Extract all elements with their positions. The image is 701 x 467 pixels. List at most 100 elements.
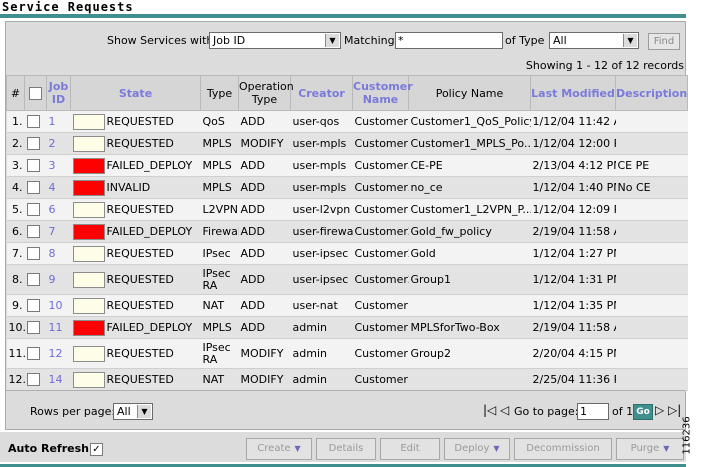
column-state[interactable]: State	[70, 75, 201, 111]
last-page-icon[interactable]: ▷|	[668, 403, 681, 417]
job-id-link[interactable]: 1	[46, 110, 71, 133]
creator-cell: user-mpls	[290, 154, 353, 177]
table-row[interactable]: 8. 9 REQUESTED IPsec RA ADD user-ipsec Custome…	[6, 264, 688, 295]
customer-cell: Customer1	[352, 368, 409, 391]
row-number: 9.	[6, 294, 25, 317]
table-row[interactable]: 6. 7 FAILED_DEPLOY FirewallADDuser-firewall…	[6, 220, 688, 243]
edit-button[interactable]: Edit	[380, 438, 440, 460]
row-checkbox[interactable]	[24, 154, 47, 177]
first-page-icon[interactable]: |◁	[483, 403, 496, 417]
job-id-link[interactable]: 2	[46, 132, 71, 155]
previous-page-icon[interactable]: ◁	[500, 403, 509, 417]
job-id-link[interactable]: 11	[46, 316, 71, 339]
column-last-modified[interactable]: Last Modified	[530, 75, 616, 111]
purge-button[interactable]: Purge ▼	[616, 438, 684, 460]
table-row[interactable]: 12. 14 REQUESTED NATMODIFYadminCustomer1 2/2…	[6, 368, 688, 391]
table-row[interactable]: 2.2REQUESTEDMPLSMODIFYuser-mplsCustomer1…	[6, 132, 688, 155]
policy-name-cell: Customer1_MPLS_Po...	[408, 132, 531, 155]
create-button[interactable]: Create ▼	[246, 438, 312, 460]
last-modified-cell: 2/19/04 11:58 AM	[530, 220, 616, 243]
row-checkbox[interactable]	[24, 132, 47, 155]
find-button[interactable]: Find	[648, 33, 680, 50]
operation-type-cell: ADD	[238, 176, 291, 199]
go-button[interactable]: Go	[633, 404, 653, 420]
column-customer-name[interactable]: Customer Name	[352, 75, 413, 111]
goto-page-label: Go to page:	[514, 405, 579, 418]
table-row[interactable]: 3. 3 FAILED_DEPLOY MPLS ADD user-mpls Customer…	[6, 154, 688, 177]
customer-cell: Customer2	[352, 220, 409, 243]
job-id-link[interactable]: 10	[46, 294, 71, 317]
column-description[interactable]: Description	[615, 75, 688, 111]
column-job-id[interactable]: Job ID	[46, 75, 71, 111]
table-row[interactable]: 4. 4 INVALID MPLSADDuser-mplsCustomer3no_ce…	[6, 176, 688, 199]
policy-name-cell: Gold_fw_policy	[408, 220, 531, 243]
description-cell	[615, 316, 688, 339]
creator-cell: user-ipsec	[290, 264, 353, 295]
matching-input[interactable]: *	[395, 32, 503, 49]
rows-per-page-select[interactable]: All ▼	[113, 403, 153, 420]
checkbox-icon	[26, 273, 40, 287]
creator-cell: user-l2vpn	[290, 198, 353, 221]
select-all-checkbox[interactable]	[24, 75, 47, 111]
state-text: REQUESTED	[106, 114, 174, 128]
type-cell: NAT	[200, 368, 239, 391]
last-modified-cell: 2/13/04 4:12 PM	[530, 154, 616, 177]
job-id-link[interactable]: 9	[46, 264, 71, 295]
state-indicator	[72, 179, 105, 196]
operation-type-cell: ADD	[238, 198, 291, 221]
row-checkbox[interactable]	[24, 220, 47, 243]
policy-name-cell	[408, 294, 531, 317]
job-id-link[interactable]: 8	[46, 242, 71, 265]
decommission-button[interactable]: Decommission	[514, 438, 612, 460]
job-id-link[interactable]: 4	[46, 176, 71, 199]
field-select[interactable]: Job ID ▼	[209, 32, 341, 49]
details-button[interactable]: Details	[316, 438, 376, 460]
service-requests-table: # Job ID State Type Operation Type Creat…	[6, 75, 688, 391]
table-row[interactable]: 1. 1 REQUESTED QoSADDuser-qosCustomer1Custo…	[6, 110, 688, 133]
row-number: 2.	[6, 132, 25, 155]
description-cell	[615, 132, 688, 155]
deploy-button[interactable]: Deploy ▼	[444, 438, 510, 460]
row-checkbox[interactable]	[24, 242, 47, 265]
column-type: Type	[200, 75, 239, 111]
filter-bar: Show Services with Job ID ▼ Matching * o…	[6, 22, 685, 56]
page-input[interactable]: 1	[577, 403, 609, 420]
last-modified-cell: 1/12/04 12:00 PM	[530, 132, 616, 155]
state-cell: REQUESTED	[70, 338, 201, 369]
creator-cell: admin	[290, 338, 353, 369]
row-checkbox[interactable]	[24, 176, 47, 199]
last-modified-cell: 1/12/04 1:31 PM	[530, 264, 616, 295]
row-checkbox[interactable]	[24, 198, 47, 221]
state-text: REQUESTED	[106, 272, 174, 286]
figure-number: 116236	[682, 410, 701, 466]
type-cell: MPLS	[200, 176, 239, 199]
operation-type-cell: ADD	[238, 242, 291, 265]
job-id-link[interactable]: 6	[46, 198, 71, 221]
job-id-link[interactable]: 7	[46, 220, 71, 243]
row-checkbox[interactable]	[24, 294, 47, 317]
job-id-link[interactable]: 14	[46, 368, 71, 391]
table-row[interactable]: 11. 12 REQUESTED IPsec RA MODIFY admin Custome…	[6, 338, 688, 369]
table-row[interactable]: 5. 6 REQUESTED L2VPNADDuser-l2vpnCustomer1C…	[6, 198, 688, 221]
type-select[interactable]: All ▼	[549, 32, 639, 49]
row-checkbox[interactable]	[24, 338, 47, 369]
table-row[interactable]: 10. 11 FAILED_DEPLOY MPLSADDadminCustomer1M…	[6, 316, 688, 339]
show-services-label: Show Services with	[107, 34, 214, 47]
checkbox-icon	[26, 373, 40, 387]
row-checkbox[interactable]	[24, 316, 47, 339]
row-checkbox[interactable]	[24, 110, 47, 133]
table-row[interactable]: 9. 10 REQUESTED NATADDuser-natCustomer1 1/12…	[6, 294, 688, 317]
job-id-link[interactable]: 3	[46, 154, 71, 177]
policy-name-cell: no_ce	[408, 176, 531, 199]
pagination-bar: Rows per page: All ▼ |◁ ◁ Go to page: 1 …	[6, 390, 685, 431]
job-id-link[interactable]: 12	[46, 338, 71, 369]
auto-refresh-checkbox[interactable]: ✓	[90, 443, 103, 456]
table-row[interactable]: 7. 8 REQUESTED IPsecADDuser-ipsecCustomer2G…	[6, 242, 688, 265]
row-number: 3.	[6, 154, 25, 177]
description-cell	[615, 242, 688, 265]
column-creator[interactable]: Creator	[290, 75, 353, 111]
state-text: REQUESTED	[106, 246, 174, 260]
row-checkbox[interactable]	[24, 368, 47, 391]
next-page-icon[interactable]: ▷	[655, 403, 664, 417]
row-checkbox[interactable]	[24, 264, 47, 295]
